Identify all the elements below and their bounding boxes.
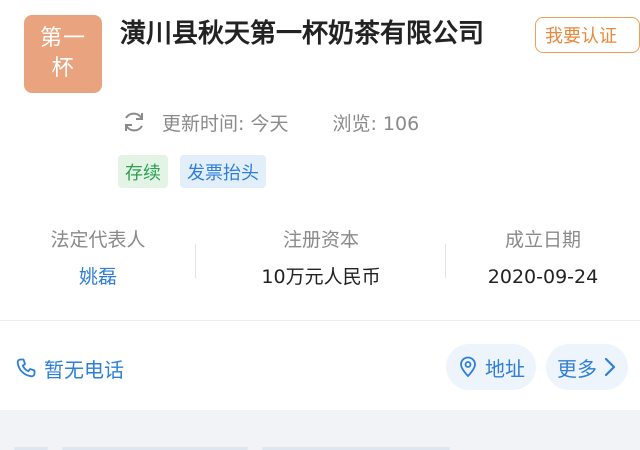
address-button[interactable]: 地址: [446, 344, 536, 390]
logo-line-2: 杯: [51, 56, 75, 81]
bottom-section: [0, 410, 640, 450]
phone-icon: [16, 358, 36, 378]
founded-value: 2020-09-24: [487, 266, 599, 288]
capital-column: 注册资本 10万元人民币: [196, 222, 446, 297]
legal-rep-link[interactable]: 姚磊: [79, 258, 117, 296]
logo-line-1: 第一: [39, 26, 86, 51]
founded-column: 成立日期 2020-09-24: [446, 222, 640, 297]
location-pin-icon: [460, 356, 476, 378]
tag-list: 存续 发票抬头: [118, 155, 266, 188]
view-count: 浏览: 106: [332, 112, 420, 135]
phone-button[interactable]: 暂无电话: [14, 352, 124, 384]
founded-label: 成立日期: [504, 229, 581, 251]
more-button[interactable]: 更多: [546, 344, 628, 390]
company-logo: 第一 杯: [24, 15, 102, 93]
legal-rep-column: 法定代表人 姚磊: [0, 222, 196, 297]
invoice-title-tag[interactable]: 发票抬头: [180, 155, 266, 188]
phone-label: 暂无电话: [44, 357, 124, 382]
more-label: 更多: [557, 356, 597, 381]
refresh-icon[interactable]: [120, 108, 148, 136]
legal-rep-label: 法定代表人: [50, 229, 146, 251]
updated-time: 更新时间: 今天: [162, 112, 289, 135]
address-label: 地址: [485, 356, 525, 381]
section-divider: [0, 320, 640, 321]
info-row: 法定代表人 姚磊 注册资本 10万元人民币 成立日期 2020-09-24: [0, 222, 640, 297]
chevron-right-icon: [604, 357, 616, 377]
meta-row: 更新时间: 今天 浏览: 106: [120, 106, 419, 138]
status-badge: 存续: [118, 155, 168, 188]
capital-label: 注册资本: [282, 229, 359, 251]
claim-button[interactable]: 我要认证: [535, 17, 640, 53]
capital-value: 10万元人民币: [261, 266, 381, 288]
company-name: 潢川县秋天第一杯奶茶有限公司: [120, 19, 485, 49]
